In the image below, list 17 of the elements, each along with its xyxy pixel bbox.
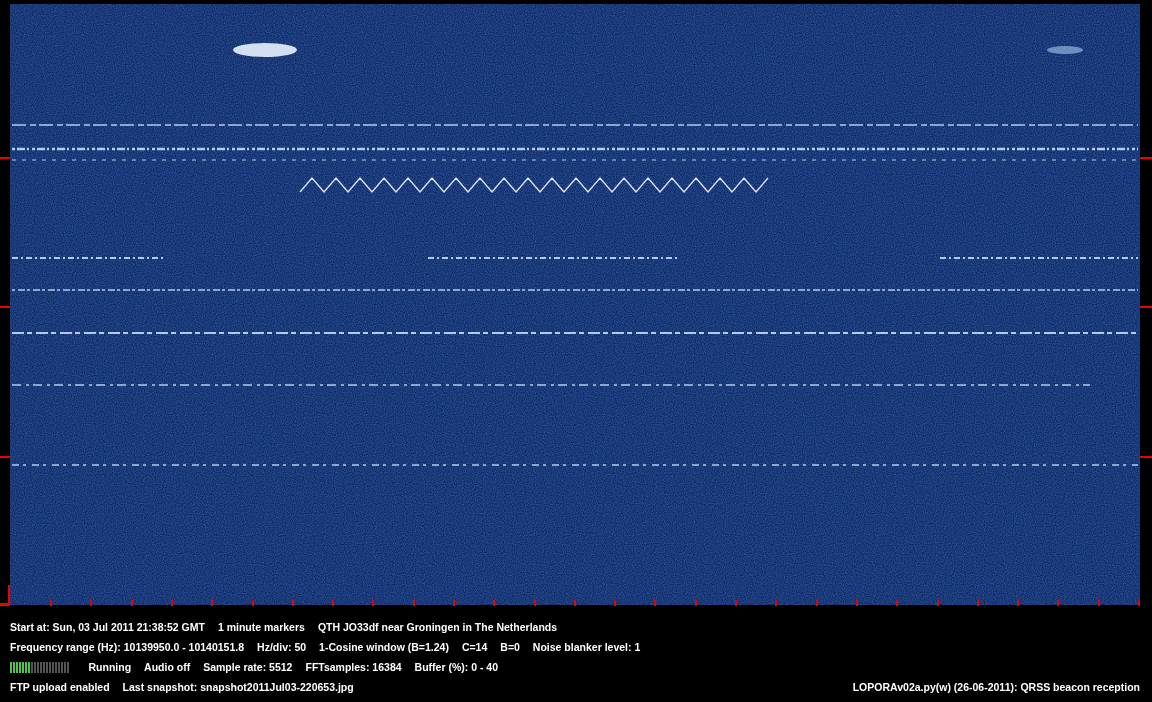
setting-text: C=14	[461, 641, 488, 653]
setting-text: Noise blanker level: 1	[532, 641, 641, 653]
setting-text: Frequency range (Hz): 10139950.0 - 10140151.8	[10, 641, 245, 653]
info-text: Start at: Sun, 03 Jul 2011 21:38:52 GMT	[10, 621, 205, 633]
status-text: Audio off	[144, 661, 191, 673]
status-text: FFTsamples: 16384	[305, 661, 402, 673]
setting-text: Hz/div: 50	[257, 641, 307, 653]
setting-text: B=0	[500, 641, 520, 653]
status-text: Sample rate: 5512	[203, 661, 293, 673]
status-text: FTP upload enabled	[10, 681, 110, 693]
status-text: Running	[88, 661, 132, 673]
program-title: LOPORAv02a.py(w) (26-06-2011): QRSS beacon reception	[852, 681, 1140, 693]
status-text: Buffer (%): 0 - 40	[414, 661, 498, 673]
status-text: Last snapshot: snapshot2011Jul03-220653.jpg	[122, 681, 354, 693]
setting-text: 1-Cosine window (B=1.24)	[319, 641, 449, 653]
info-text: QTH JO33df near Groningen in The Netherlands	[317, 621, 558, 633]
info-text: 1 minute markers	[217, 621, 305, 633]
